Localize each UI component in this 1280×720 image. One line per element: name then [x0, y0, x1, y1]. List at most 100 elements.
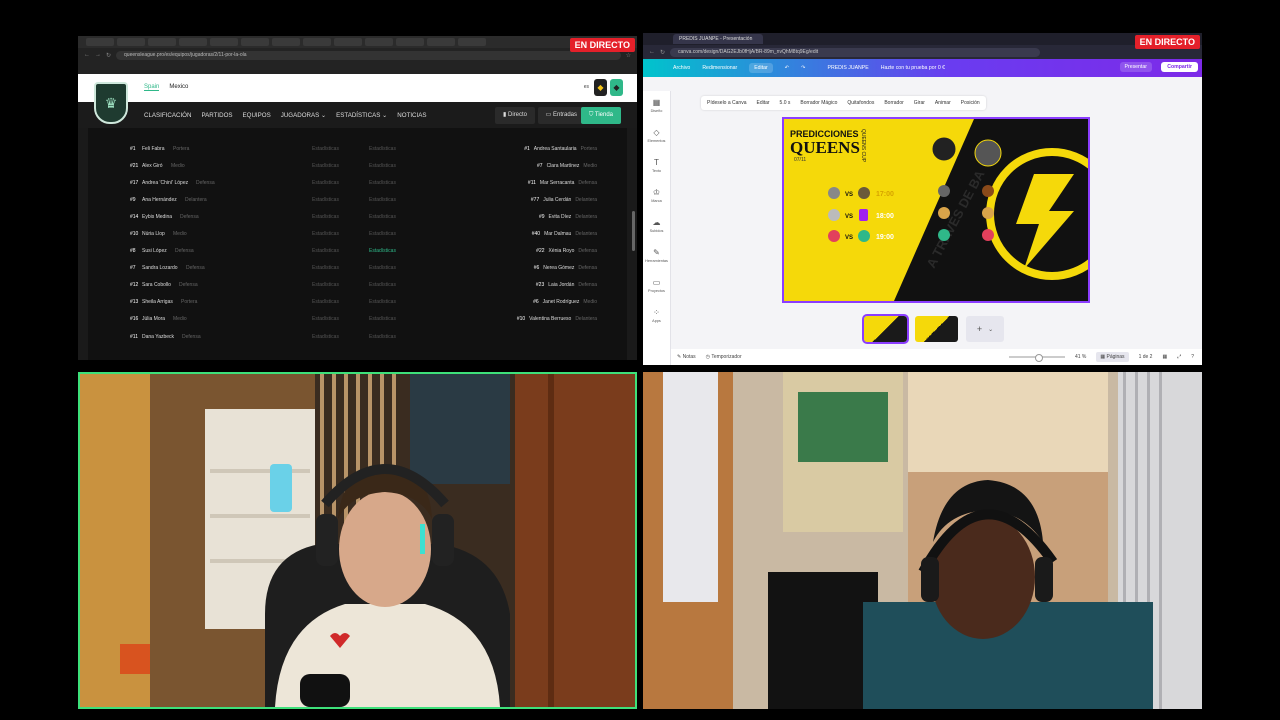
- region-spain[interactable]: Spain: [144, 84, 160, 91]
- lineup-row[interactable]: #16 Júlia Mora Medio Estadísticas Estadístic…: [88, 311, 627, 328]
- away-player[interactable]: #23 Laia Jordán Defensa: [536, 282, 597, 288]
- browser-tab[interactable]: [427, 38, 455, 46]
- home-stats-link[interactable]: Estadísticas: [312, 146, 339, 152]
- lineup-row[interactable]: #8 Susi López Defensa Estadísticas Estadísti…: [88, 243, 627, 260]
- nav-jugadoras[interactable]: JUGADORAS ⌄: [281, 112, 326, 119]
- team-badge-icon[interactable]: ◆: [610, 79, 623, 96]
- lineup-row[interactable]: #17 Andrea 'Chiní' López Defensa Estadístic…: [88, 174, 627, 191]
- home-stats-link[interactable]: Estadísticas: [312, 299, 339, 305]
- slide-canvas[interactable]: PREDICCIONES QUEENS 07/11 QUEENS CUP A T…: [782, 117, 1090, 303]
- lineup-row[interactable]: #14 Eybis Medina Defensa Estadísticas Estadí…: [88, 208, 627, 225]
- home-player-name[interactable]: Sheila Arrigas: [142, 299, 173, 305]
- tool-eraser[interactable]: Borrador: [884, 100, 903, 106]
- home-stats-link[interactable]: Estadísticas: [312, 265, 339, 271]
- home-stats-link[interactable]: Estadísticas: [312, 180, 339, 186]
- help-icon[interactable]: ?: [1191, 354, 1194, 360]
- share-button[interactable]: Compartir: [1161, 62, 1198, 72]
- nav-clasificacion[interactable]: CLASIFICACIÓN: [144, 112, 191, 119]
- away-stats-link[interactable]: Estadísticas: [369, 299, 396, 305]
- timer-button[interactable]: ◷ Temporizador: [706, 354, 742, 360]
- away-stats-link[interactable]: Estadísticas: [369, 334, 396, 340]
- away-stats-link[interactable]: Estadísticas: [369, 265, 396, 271]
- browser-tab[interactable]: [272, 38, 300, 46]
- home-player-name[interactable]: Núria Llop: [142, 231, 165, 237]
- browser-tab[interactable]: [179, 38, 207, 46]
- browser-tab[interactable]: [365, 38, 393, 46]
- star-icon[interactable]: ☆: [626, 52, 631, 59]
- lineup-row[interactable]: #9 Ana Hernández Delantera Estadísticas Esta…: [88, 191, 627, 208]
- tool-position[interactable]: Posición: [961, 100, 980, 106]
- sidebar-item-herramientas[interactable]: ✎ Herramientas: [643, 241, 670, 271]
- away-player[interactable]: #9 Evita Díez Delantera: [539, 214, 597, 220]
- directo-button[interactable]: ▮ Directo: [495, 107, 535, 124]
- away-stats-link[interactable]: Estadísticas: [369, 316, 396, 322]
- away-player[interactable]: #6 Janet Rodríguez Medio: [533, 299, 597, 305]
- lineup-row[interactable]: #11 Dana Yazbeck Defensa Estadísticas Estadí…: [88, 328, 627, 345]
- browser-tab[interactable]: [458, 38, 486, 46]
- reload-icon[interactable]: ↻: [660, 49, 665, 56]
- back-icon[interactable]: ←: [649, 49, 655, 55]
- away-player[interactable]: #77 Julia Cerdán Delantera: [531, 197, 597, 203]
- add-page-button[interactable]: + ⌄: [966, 316, 1004, 342]
- tienda-button[interactable]: ⛉ Tienda: [580, 107, 621, 124]
- back-icon[interactable]: ←: [84, 52, 90, 58]
- home-stats-link[interactable]: Estadísticas: [312, 214, 339, 220]
- trial-link[interactable]: Hazte con tu prueba por 0 €: [881, 65, 945, 71]
- url-field[interactable]: queensleague.pro/es/equipos/jugadoras/2/…: [116, 50, 621, 60]
- away-player[interactable]: #10 Valentina Berrueso Delantera: [517, 316, 597, 322]
- nav-equipos[interactable]: EQUIPOS: [243, 112, 271, 119]
- home-player-name[interactable]: Sandra Lozardo: [142, 265, 178, 271]
- scrollbar[interactable]: [632, 211, 635, 251]
- away-stats-link[interactable]: Estadísticas: [369, 180, 396, 186]
- tool-bg-remover[interactable]: Quitafondos: [847, 100, 874, 106]
- grid-view-icon[interactable]: ▦: [1162, 354, 1167, 360]
- pages-button[interactable]: ▦ Páginas: [1096, 352, 1129, 362]
- sidebar-item-marca[interactable]: ♔ Marca: [643, 181, 670, 211]
- tool-rotate[interactable]: Girar: [914, 100, 925, 106]
- home-player-name[interactable]: Eybis Medina: [142, 214, 172, 220]
- url-field[interactable]: canva.com/design/DAG2EJb0fHjA/BR-89m_nvQ…: [670, 47, 1041, 57]
- home-player-name[interactable]: Ana Hernández: [142, 197, 177, 203]
- present-button[interactable]: Presentar: [1119, 62, 1152, 72]
- away-player[interactable]: #1 Andrea Santaularia Portera: [524, 146, 597, 152]
- home-stats-link[interactable]: Estadísticas: [312, 231, 339, 237]
- home-stats-link[interactable]: Estadísticas: [312, 248, 339, 254]
- menu-redimensionar[interactable]: Redimensionar: [702, 65, 737, 71]
- tool-ask-canva[interactable]: Pídeselo a Canva: [707, 100, 746, 106]
- canva-tab[interactable]: PREDIS JUANPE - Presentación: [673, 34, 763, 44]
- region-mexico[interactable]: Mexico: [169, 84, 188, 91]
- browser-tab[interactable]: [241, 38, 269, 46]
- sidebar-item-apps[interactable]: ⁘ Apps: [643, 301, 670, 331]
- lineup-row[interactable]: #13 Sheila Arrigas Portera Estadísticas Esta…: [88, 294, 627, 311]
- home-player-name[interactable]: Andrea 'Chiní' López: [142, 180, 188, 186]
- home-player-name[interactable]: Alex Giró: [142, 163, 163, 169]
- nav-estadisticas[interactable]: ESTADÍSTICAS ⌄: [336, 112, 387, 119]
- home-player-name[interactable]: Júlia Mora: [142, 316, 165, 322]
- sidebar-item-subidos[interactable]: ☁ Subidos: [643, 211, 670, 241]
- home-stats-link[interactable]: Estadísticas: [312, 197, 339, 203]
- home-stats-link[interactable]: Estadísticas: [312, 282, 339, 288]
- home-player-name[interactable]: Feli Fabra: [142, 146, 165, 152]
- lineup-row[interactable]: #21 Alex Giró Medio Estadísticas Estadística…: [88, 157, 627, 174]
- notes-button[interactable]: ✎ Notas: [677, 354, 696, 360]
- away-stats-link[interactable]: Estadísticas: [369, 214, 396, 220]
- away-stats-link[interactable]: Estadísticas: [369, 163, 396, 169]
- home-player-name[interactable]: Dana Yazbeck: [142, 334, 174, 340]
- away-stats-link[interactable]: Estadísticas: [369, 282, 396, 288]
- entradas-button[interactable]: ▭ Entradas: [537, 107, 585, 124]
- tool-animate[interactable]: Animar: [935, 100, 951, 106]
- browser-tab[interactable]: [117, 38, 145, 46]
- sidebar-item-texto[interactable]: T Texto: [643, 151, 670, 181]
- tool-edit[interactable]: Editar: [756, 100, 769, 106]
- lineup-row[interactable]: #7 Sandra Lozardo Defensa Estadísticas Estad…: [88, 260, 627, 277]
- menu-editar[interactable]: Editar: [749, 63, 773, 73]
- lineup-row[interactable]: #10 Núria Llop Medio Estadísticas Estadístic…: [88, 225, 627, 242]
- document-title[interactable]: PREDIS JUANPE: [827, 65, 868, 71]
- home-stats-link[interactable]: Estadísticas: [312, 334, 339, 340]
- redo-icon[interactable]: ↷: [801, 65, 805, 71]
- browser-tab[interactable]: [148, 38, 176, 46]
- browser-tab[interactable]: [303, 38, 331, 46]
- undo-icon[interactable]: ↶: [785, 65, 789, 71]
- team-badge-icon[interactable]: ◆: [594, 79, 607, 96]
- language-selector[interactable]: es: [584, 84, 589, 90]
